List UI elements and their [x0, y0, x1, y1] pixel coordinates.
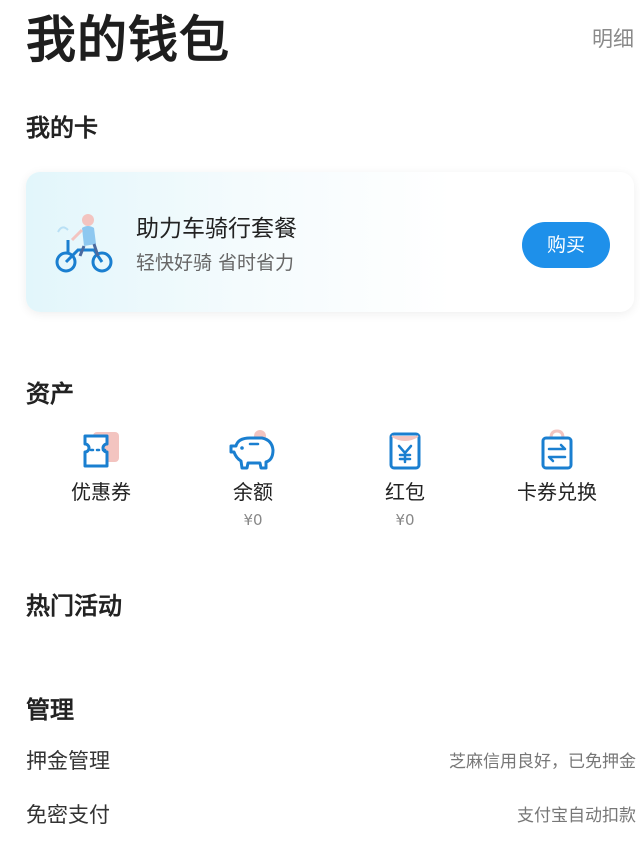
coupon-icon	[83, 432, 119, 468]
asset-card-exchange[interactable]: 卡券兑换	[482, 428, 632, 510]
asset-coupons[interactable]: 优惠券	[26, 428, 176, 510]
asset-label: 红包	[385, 480, 425, 504]
manage-row-label: 免密支付	[26, 803, 110, 827]
asset-balance[interactable]: 余额 ¥0	[178, 428, 328, 530]
wallet-page: 我的钱包 明细 我的卡 助力车骑行套餐 轻快好骑 省时省力 购买 资产 优惠券	[0, 0, 640, 850]
red-envelope-icon	[389, 432, 421, 470]
assets-section-title: 资产	[26, 380, 74, 408]
my-cards-section-title: 我的卡	[26, 114, 98, 142]
assets-grid: 优惠券 余额 ¥0 红包 ¥0 卡券兑换	[26, 428, 634, 538]
deposit-management-row[interactable]: 押金管理 芝麻信用良好，已免押金	[26, 742, 636, 782]
password-free-payment-row[interactable]: 免密支付 支付宝自动扣款	[26, 796, 636, 836]
piggy-bank-icon	[229, 430, 275, 470]
asset-value: ¥0	[243, 511, 263, 529]
hot-activities-section-title: 热门活动	[26, 592, 122, 620]
riding-package-card[interactable]: 助力车骑行套餐 轻快好骑 省时省力 购买	[26, 172, 634, 312]
details-link[interactable]: 明细	[592, 24, 634, 54]
manage-row-value: 芝麻信用良好，已免押金	[449, 752, 636, 772]
buy-button[interactable]: 购买	[522, 222, 610, 268]
card-title: 助力车骑行套餐	[136, 216, 297, 242]
manage-row-label: 押金管理	[26, 749, 110, 773]
asset-label: 余额	[233, 480, 273, 504]
person-on-scooter-illustration	[55, 214, 113, 273]
asset-value: ¥0	[395, 511, 415, 529]
asset-label: 卡券兑换	[517, 480, 597, 504]
page-title: 我的钱包	[26, 11, 230, 69]
exchange-bag-icon	[541, 429, 573, 470]
asset-red-envelope[interactable]: 红包 ¥0	[330, 428, 480, 530]
manage-section-title: 管理	[26, 696, 74, 724]
card-subtitle: 轻快好骑 省时省力	[136, 252, 295, 274]
manage-row-value: 支付宝自动扣款	[517, 806, 636, 826]
asset-label: 优惠券	[71, 480, 131, 504]
